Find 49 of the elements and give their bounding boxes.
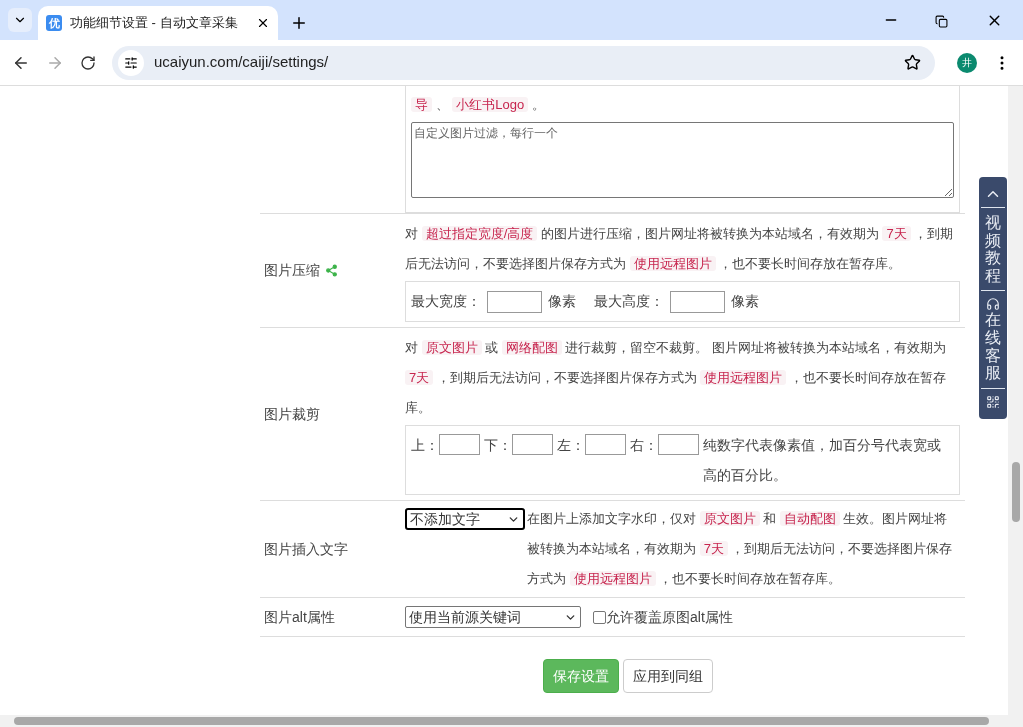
restore-icon[interactable] bbox=[935, 15, 948, 28]
crop-input[interactable] bbox=[439, 434, 480, 455]
browser-tab[interactable]: 优 功能细节设置 - 自动文章采集 bbox=[38, 6, 278, 40]
setting-label: 图片alt属性 bbox=[264, 607, 335, 627]
setting-label: 图片压缩 bbox=[264, 261, 320, 280]
dropdown-select[interactable]: 使用当前源关键词 bbox=[405, 606, 581, 628]
field-label: 上： bbox=[411, 436, 439, 455]
setting-label: 图片裁剪 bbox=[264, 404, 320, 424]
field-label: 左： bbox=[557, 436, 585, 455]
crop-input[interactable] bbox=[658, 434, 699, 455]
crop-note: 纯数字代表像素值，加百分号代表宽或高的百分比。 bbox=[703, 436, 942, 485]
crop-input[interactable] bbox=[512, 434, 553, 455]
headset-icon bbox=[986, 297, 1000, 312]
apply-button[interactable]: 应用到同组 bbox=[622, 659, 713, 693]
field-label: 右： bbox=[630, 436, 658, 455]
field-label: 最大宽度： bbox=[411, 292, 481, 311]
online-service-link[interactable]: 在线客服 bbox=[981, 290, 1005, 388]
tab-title: 功能细节设置 - 自动文章采集 bbox=[70, 14, 239, 33]
setting-description: 对 原文图片 或 网络配图 进行裁剪，留空不裁剪。 图片网址将被转换为本站域名，有效期为 7天 ，到期后无法访问，不要选择图片保存方式为 使用远程图片 ，也不要长时间存放在暂存库。 bbox=[405, 339, 948, 417]
video-tutorial-link[interactable]: 视频教程 bbox=[981, 207, 1005, 291]
size-input[interactable] bbox=[487, 290, 542, 313]
site-info-icon[interactable] bbox=[124, 55, 138, 70]
tab-list-button[interactable] bbox=[8, 8, 32, 32]
new-tab-icon[interactable] bbox=[290, 14, 308, 32]
profile-avatar[interactable]: 井 bbox=[957, 52, 977, 73]
bookmark-star-icon[interactable] bbox=[904, 54, 921, 71]
qr-code-icon[interactable] bbox=[986, 394, 1000, 409]
dropdown-select[interactable]: 不添加文字 bbox=[405, 508, 525, 530]
unit-label: 像素 bbox=[731, 292, 759, 311]
reload-icon[interactable] bbox=[80, 54, 96, 71]
checkbox-label: 允许覆盖原图alt属性 bbox=[606, 607, 733, 627]
field-label: 下： bbox=[484, 436, 512, 455]
tab-favicon: 优 bbox=[46, 15, 62, 31]
horizontal-scrollbar-thumb[interactable] bbox=[14, 717, 989, 725]
scrollbar-thumb[interactable] bbox=[1011, 462, 1020, 522]
crop-input[interactable] bbox=[585, 434, 626, 455]
unit-label: 像素 bbox=[548, 292, 576, 311]
close-icon[interactable] bbox=[256, 16, 270, 30]
setting-description: 对 超过指定宽度/高度 的图片进行压缩，图片网址将被转换为本站域名，有效期为 7天 ，到期后无法访问，不要选择图片保存方式为 使用远程图片 ，也不要长时间存放在暂存库。 bbox=[405, 225, 955, 273]
setting-label: 图片插入文字 bbox=[264, 539, 348, 559]
setting-description: 在图片上添加文字水印，仅对 原文图片 和 自动配图 生效。图片网址将被转换为本站域名，有效期为 7天 ，到期后无法访问，不要选择图片保存方式为 使用远程图片 ，也不要长时间存放在暂存库。 bbox=[527, 510, 954, 588]
size-input[interactable] bbox=[670, 290, 725, 313]
share-icon[interactable] bbox=[325, 264, 338, 277]
field-label: 最大高度： bbox=[594, 292, 664, 311]
checkbox[interactable] bbox=[593, 610, 606, 624]
setting-description: 导 、 小红书Logo 。 bbox=[411, 90, 954, 120]
address-bar[interactable]: ucaiyun.com/caiji/settings/ bbox=[112, 45, 935, 80]
filter-textarea[interactable]: 自定义图片过滤，每行一个 bbox=[411, 122, 954, 198]
url-text: ucaiyun.com/caiji/settings/ bbox=[154, 52, 330, 73]
